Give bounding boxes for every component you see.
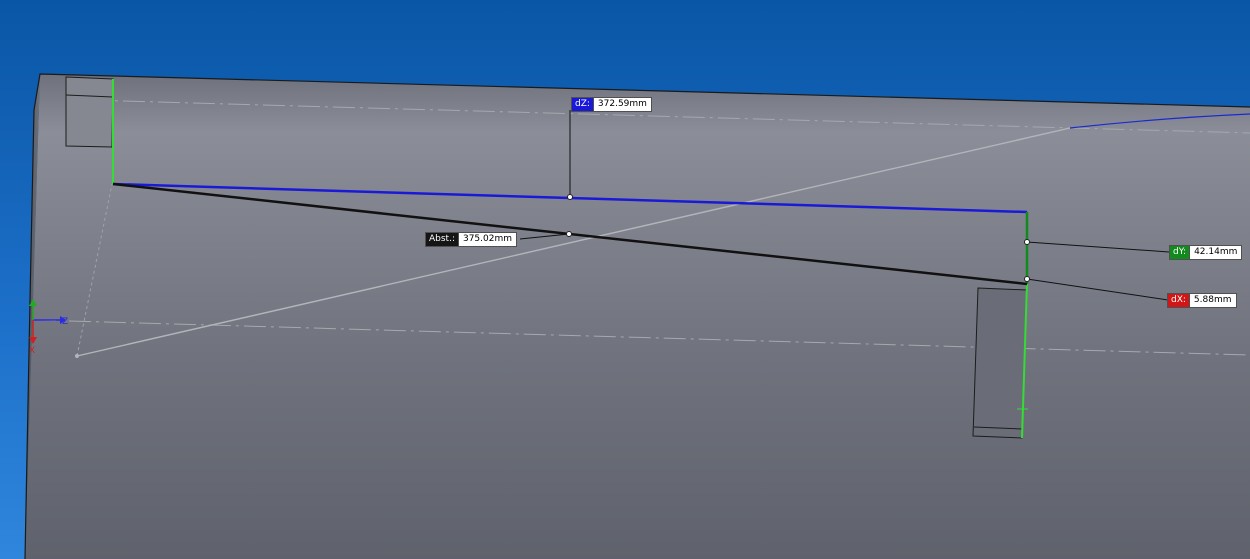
distance-value: 375.02mm bbox=[457, 233, 517, 246]
part-body[interactable] bbox=[24, 73, 1250, 559]
dy-callout[interactable]: dY: 42.14mm bbox=[1169, 245, 1243, 260]
distance-tag: Abst.: bbox=[426, 233, 458, 246]
distance-callout[interactable]: Abst.: 375.02mm bbox=[425, 232, 518, 247]
dy-tag: dY: bbox=[1170, 246, 1190, 259]
3d-viewport[interactable]: Z X dZ: 372.59mm Abst.: 375.02mm dY: 42.… bbox=[0, 0, 1250, 559]
triad-z-label: Z bbox=[62, 317, 68, 327]
dx-tag: dX: bbox=[1168, 294, 1189, 307]
model-canvas[interactable]: Z X bbox=[0, 0, 1250, 559]
dz-tag: dZ: bbox=[572, 98, 593, 111]
right-cutout[interactable] bbox=[972, 287, 1028, 439]
dz-callout[interactable]: dZ: 372.59mm bbox=[571, 97, 652, 112]
dz-value: 372.59mm bbox=[592, 98, 651, 111]
dy-value: 42.14mm bbox=[1189, 246, 1242, 259]
dx-callout[interactable]: dX: 5.88mm bbox=[1167, 293, 1237, 308]
triad-x-label: X bbox=[29, 346, 35, 356]
dx-value: 5.88mm bbox=[1188, 294, 1236, 307]
left-cutout[interactable] bbox=[65, 76, 114, 148]
